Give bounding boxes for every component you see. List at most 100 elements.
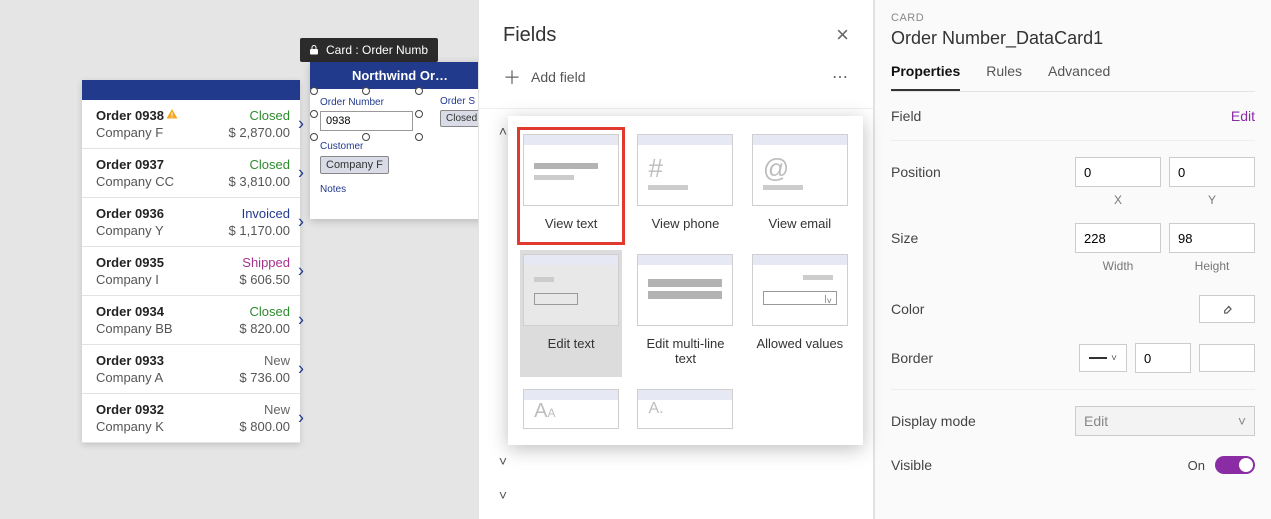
position-y-sublabel: Y — [1169, 193, 1255, 207]
order-item[interactable]: Order 0933NewCompany A$ 736.00› — [82, 345, 300, 394]
order-status: Closed — [250, 304, 290, 319]
order-id: Order 0936 — [96, 206, 164, 221]
customer-datacard[interactable]: Customer Company F — [320, 141, 480, 174]
order-id: Order 0937 — [96, 157, 164, 172]
chevron-right-icon: › — [298, 261, 304, 282]
lock-icon — [308, 44, 320, 56]
field-edit-link[interactable]: Edit — [1231, 108, 1255, 124]
type-edit-text[interactable]: Edit text — [520, 250, 622, 377]
order-company: Company K — [96, 419, 164, 434]
order-status: Closed — [250, 108, 290, 123]
size-height-sublabel: Height — [1169, 259, 1255, 273]
visible-toggle[interactable] — [1215, 456, 1255, 474]
size-width-sublabel: Width — [1075, 259, 1161, 273]
warning-icon — [166, 108, 178, 123]
order-status-value: Closed — [440, 110, 483, 127]
plus-icon: ＋ — [503, 64, 521, 90]
order-number-input[interactable] — [320, 111, 413, 131]
type-view-phone[interactable]: # View phone — [634, 130, 736, 242]
fields-panel-title: Fields — [503, 24, 556, 47]
add-field-label: Add field — [531, 69, 585, 85]
order-id: Order 0932 — [96, 402, 164, 417]
order-company: Company BB — [96, 321, 173, 336]
order-item[interactable]: Order 0936InvoicedCompany Y$ 1,170.00› — [82, 198, 300, 247]
notes-datacard[interactable]: Notes — [320, 184, 480, 195]
order-status: New — [264, 402, 290, 417]
order-amount: $ 606.50 — [239, 272, 290, 287]
control-type-picker: View text # View phone @ View email Edit… — [508, 116, 863, 445]
type-view-text[interactable]: View text — [520, 130, 622, 242]
display-mode-select[interactable]: Edit ˅ — [1075, 406, 1255, 436]
position-y-input[interactable] — [1169, 157, 1255, 187]
border-width-input[interactable] — [1135, 343, 1191, 373]
order-amount: $ 820.00 — [239, 321, 290, 336]
order-company: Company I — [96, 272, 159, 287]
order-company: Company Y — [96, 223, 164, 238]
order-amount: $ 800.00 — [239, 419, 290, 434]
order-status: Closed — [250, 157, 290, 172]
chevron-right-icon: › — [298, 114, 304, 135]
border-color-button[interactable] — [1199, 344, 1255, 372]
close-icon[interactable]: × — [836, 22, 849, 48]
color-label: Color — [891, 301, 924, 317]
order-number-datacard[interactable]: Order Number — [320, 97, 413, 131]
order-status: Shipped — [242, 255, 290, 270]
customer-value: Company F — [320, 156, 389, 174]
more-icon[interactable]: ⋯ — [832, 67, 849, 87]
type-partial-b[interactable]: A. — [634, 385, 736, 439]
order-item[interactable]: Order 0935ShippedCompany I$ 606.50› — [82, 247, 300, 296]
order-status: New — [264, 353, 290, 368]
order-status-label: Order S — [440, 96, 475, 107]
order-amount: $ 736.00 — [239, 370, 290, 385]
add-field-button[interactable]: ＋ Add field — [503, 64, 585, 90]
order-gallery-header — [82, 80, 300, 100]
customer-label: Customer — [320, 141, 480, 152]
order-amount: $ 2,870.00 — [229, 125, 290, 140]
form-header: Northwind Or… — [310, 62, 490, 89]
chevron-down-icon[interactable]: ˅ — [493, 453, 513, 469]
visible-state-label: On — [1188, 458, 1205, 473]
color-picker-button[interactable] — [1199, 295, 1255, 323]
position-x-sublabel: X — [1075, 193, 1161, 207]
order-item[interactable]: Order 0938ClosedCompany F$ 2,870.00› — [82, 100, 300, 149]
order-item[interactable]: Order 0934ClosedCompany BB$ 820.00› — [82, 296, 300, 345]
form-preview[interactable]: Northwind Or… Order Number Customer Comp… — [310, 62, 490, 219]
field-label: Field — [891, 108, 921, 124]
order-item[interactable]: Order 0937ClosedCompany CC$ 3,810.00› — [82, 149, 300, 198]
chevron-down-icon: ˅ — [1238, 413, 1246, 429]
order-status: Invoiced — [242, 206, 290, 221]
order-id: Order 0935 — [96, 255, 164, 270]
notes-label: Notes — [320, 184, 480, 195]
chevron-right-icon: › — [298, 212, 304, 233]
size-width-input[interactable] — [1075, 223, 1161, 253]
chevron-right-icon: › — [298, 310, 304, 331]
order-amount: $ 1,170.00 — [229, 223, 290, 238]
type-view-email[interactable]: @ View email — [749, 130, 851, 242]
size-height-input[interactable] — [1169, 223, 1255, 253]
order-id: Order 0938 — [96, 108, 178, 123]
chevron-down-icon[interactable]: ˅ — [493, 487, 513, 503]
size-label: Size — [891, 230, 918, 246]
order-amount: $ 3,810.00 — [229, 174, 290, 189]
tab-rules[interactable]: Rules — [986, 63, 1022, 91]
order-company: Company CC — [96, 174, 174, 189]
position-label: Position — [891, 164, 941, 180]
position-x-input[interactable] — [1075, 157, 1161, 187]
selection-tooltip-text: Card : Order Numb — [326, 43, 428, 57]
control-kind: CARD — [891, 12, 1255, 24]
order-id: Order 0934 — [96, 304, 164, 319]
type-partial-a[interactable]: AA — [520, 385, 622, 439]
tab-advanced[interactable]: Advanced — [1048, 63, 1110, 91]
border-style-dropdown[interactable]: ˅ — [1079, 344, 1127, 372]
type-edit-multiline[interactable]: Edit multi-line text — [634, 250, 736, 377]
order-company: Company F — [96, 125, 163, 140]
order-item[interactable]: Order 0932NewCompany K$ 800.00› — [82, 394, 300, 443]
selection-tooltip: Card : Order Numb — [300, 38, 438, 62]
type-allowed-values[interactable]: ˅ Allowed values — [749, 250, 851, 377]
order-company: Company A — [96, 370, 163, 385]
order-number-label: Order Number — [320, 97, 413, 108]
display-mode-label: Display mode — [891, 413, 976, 429]
tab-properties[interactable]: Properties — [891, 63, 960, 91]
order-gallery[interactable]: Order 0938ClosedCompany F$ 2,870.00›Orde… — [82, 80, 300, 443]
visible-label: Visible — [891, 457, 932, 473]
